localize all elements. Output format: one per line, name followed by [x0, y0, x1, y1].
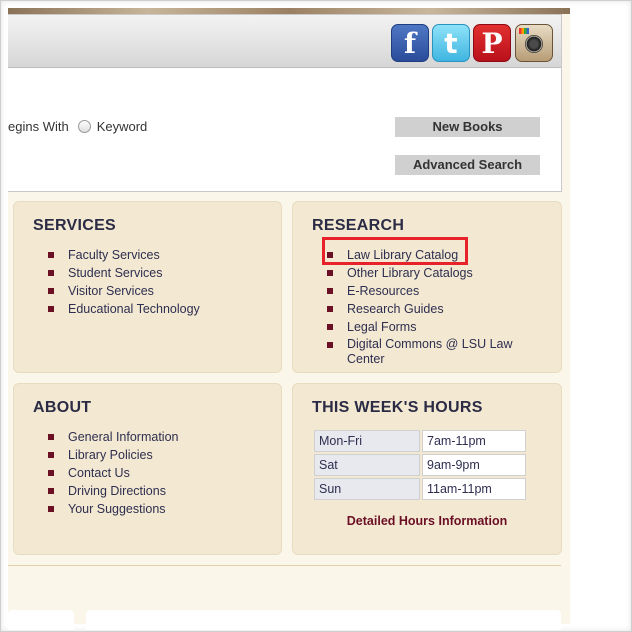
about-box: ABOUT General Information Library Polici… — [13, 383, 282, 555]
research-item-eresources[interactable]: E-Resources — [327, 282, 537, 300]
services-list: Faculty Services Student Services Visito… — [48, 246, 200, 318]
about-item-policies[interactable]: Library Policies — [48, 446, 178, 464]
about-item-contact[interactable]: Contact Us — [48, 464, 178, 482]
about-list: General Information Library Policies Con… — [48, 428, 178, 518]
social-toolbar: f t P — [8, 15, 561, 68]
search-panel: f t P egins With Keyword New Books Advanc… — [8, 14, 562, 192]
hours-time: 9am-9pm — [422, 454, 526, 476]
search-options: egins With Keyword — [8, 119, 147, 135]
research-item-legal-forms[interactable]: Legal Forms — [327, 318, 537, 336]
twitter-glyph: t — [444, 26, 458, 60]
services-item-visitor[interactable]: Visitor Services — [48, 282, 200, 300]
hours-day: Mon-Fri — [314, 430, 420, 452]
pinterest-glyph: P — [481, 26, 503, 60]
facebook-glyph: f — [403, 26, 417, 60]
services-item-faculty[interactable]: Faculty Services — [48, 246, 200, 264]
research-title: RESEARCH — [312, 217, 405, 234]
facebook-icon[interactable]: f — [391, 24, 429, 62]
hours-box: THIS WEEK'S HOURS Mon-Fri 7am-11pm Sat 9… — [292, 383, 562, 555]
footer-divider — [8, 565, 561, 566]
about-item-directions[interactable]: Driving Directions — [48, 482, 178, 500]
hours-row: Sat 9am-9pm — [314, 454, 526, 476]
pinterest-icon[interactable]: P — [473, 24, 511, 62]
services-item-student[interactable]: Student Services — [48, 264, 200, 282]
twitter-icon[interactable]: t — [432, 24, 470, 62]
hours-time: 7am-11pm — [422, 430, 526, 452]
new-books-button[interactable]: New Books — [395, 117, 540, 137]
hours-title: THIS WEEK'S HOURS — [312, 399, 483, 416]
footer-card-left — [8, 610, 74, 630]
footer-card-right — [86, 610, 561, 630]
instagram-icon[interactable] — [515, 24, 553, 62]
research-item-other-catalogs[interactable]: Other Library Catalogs — [327, 264, 537, 282]
hours-row: Mon-Fri 7am-11pm — [314, 430, 526, 452]
instagram-lens — [525, 35, 543, 53]
hours-time: 11am-11pm — [422, 478, 526, 500]
research-box: RESEARCH Law Library Catalog Other Libra… — [292, 201, 562, 373]
hours-day: Sun — [314, 478, 420, 500]
services-item-edtech[interactable]: Educational Technology — [48, 300, 200, 318]
hours-row: Sun 11am-11pm — [314, 478, 526, 500]
advanced-search-button[interactable]: Advanced Search — [395, 155, 540, 175]
instagram-rainbow-bar — [519, 28, 529, 34]
hours-table: Mon-Fri 7am-11pm Sat 9am-9pm Sun 11am-11… — [312, 428, 528, 502]
detailed-hours-link[interactable]: Detailed Hours Information — [293, 514, 561, 528]
about-title: ABOUT — [33, 399, 92, 416]
research-item-guides[interactable]: Research Guides — [327, 300, 537, 318]
keyword-radio[interactable] — [77, 120, 91, 134]
services-box: SERVICES Faculty Services Student Servic… — [13, 201, 282, 373]
begins-with-label: egins With — [8, 119, 69, 134]
catalog-highlight-box — [322, 237, 468, 265]
hours-day: Sat — [314, 454, 420, 476]
about-item-general[interactable]: General Information — [48, 428, 178, 446]
about-item-suggestions[interactable]: Your Suggestions — [48, 500, 178, 518]
services-title: SERVICES — [33, 217, 117, 234]
keyword-label: Keyword — [96, 119, 148, 134]
research-item-digital-commons[interactable]: Digital Commons @ LSU Law Center — [327, 336, 537, 367]
